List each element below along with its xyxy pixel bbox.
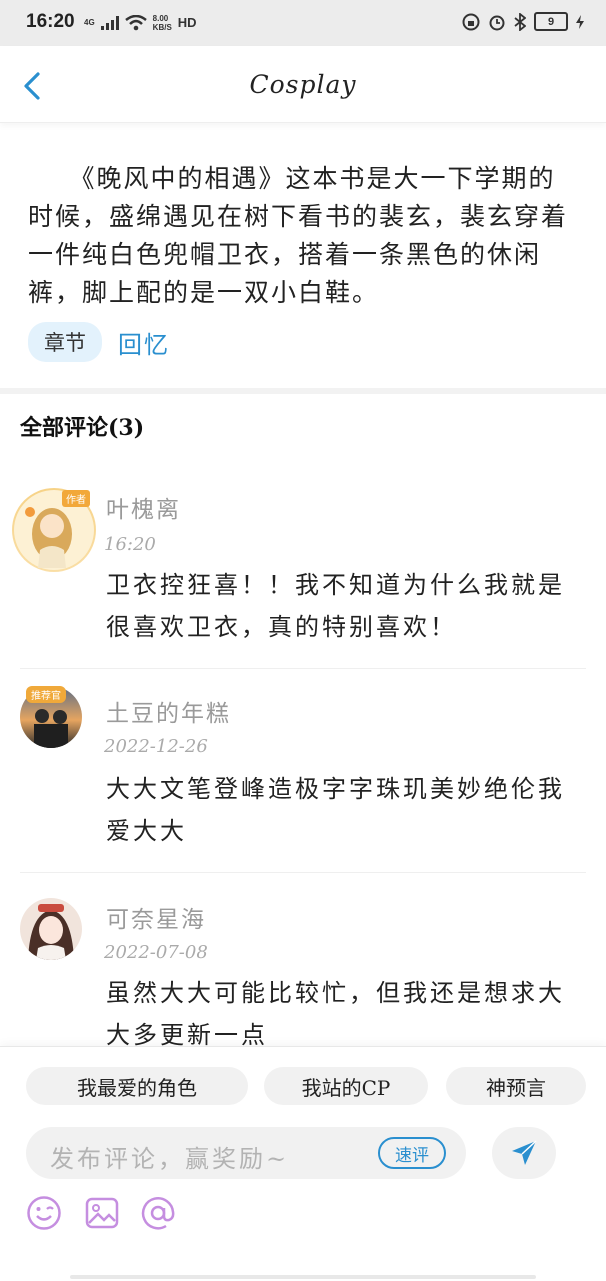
comment-input-placeholder: 发布评论，赢奖励~ [50, 1145, 290, 1173]
mention-button[interactable] [140, 1195, 176, 1231]
alarm-icon [489, 15, 505, 30]
hd-label: HD [177, 15, 197, 30]
comment-author[interactable]: 可奈星海 [106, 900, 206, 934]
comment-date: 2022-07-08 [104, 942, 208, 963]
story-intro: 《晚风中的相遇》这本书是大一下学期的时候，盛绵遇见在树下看书的裴玄，裴玄穿着一件… [28, 164, 569, 307]
comments-title: 全部评论(3) [20, 415, 145, 441]
at-icon [141, 1197, 175, 1230]
lock-rotation-icon [462, 13, 480, 30]
quick-tag-my-cp[interactable]: 我站的CP [264, 1067, 428, 1105]
recommender-badge: 推荐官 [26, 686, 66, 703]
tag-row: 章节 回忆 [28, 322, 170, 362]
comment-author[interactable]: 土豆的年糕 [106, 694, 231, 728]
comment-text: 大大文笔登峰造极字字珠玑美妙绝伦我爱大大 [106, 775, 565, 845]
image-icon [85, 1197, 119, 1229]
avatar-illustration [20, 898, 82, 960]
avatar[interactable] [20, 898, 82, 960]
app-header: Cosplay [0, 46, 606, 123]
smiley-icon [27, 1196, 61, 1230]
comment-author[interactable]: 叶槐离 [106, 490, 181, 524]
home-indicator [70, 1275, 536, 1279]
emoji-button[interactable] [26, 1195, 62, 1231]
comment-date: 16:20 [104, 534, 156, 555]
send-button[interactable] [492, 1127, 556, 1179]
status-time: 16:20 [26, 11, 75, 32]
wifi-icon [124, 15, 147, 31]
status-bar: 16:20 4G 8.00 KB/S HD 9 [0, 0, 606, 46]
network-speed: 8.00 KB/S [153, 14, 172, 32]
signal-icon [100, 16, 119, 30]
speed-value: 8.00 [152, 14, 169, 23]
comment-date: 2022-12-26 [104, 736, 208, 757]
chapter-link[interactable]: 回忆 [118, 325, 170, 360]
charging-icon [576, 14, 584, 29]
battery-indicator: 9 [534, 12, 568, 31]
quick-review-button[interactable]: 速评 [378, 1137, 446, 1169]
page-title: Cosplay [249, 70, 357, 99]
comment-divider [20, 668, 586, 669]
comment-text: 虽然大大可能比较忙，但我还是想求大大多更新一点 [106, 979, 565, 1049]
image-button[interactable] [84, 1195, 120, 1231]
comment-text: 卫衣控狂喜！！我不知道为什么我就是很喜欢卫衣，真的特别喜欢！ [106, 571, 565, 641]
quick-tag-favorite-character[interactable]: 我最爱的角色 [26, 1067, 248, 1105]
quick-tag-prophecy[interactable]: 神预言 [446, 1067, 586, 1105]
chapter-chip[interactable]: 章节 [28, 322, 102, 362]
paper-plane-icon [512, 1140, 537, 1165]
author-badge: 作者 [62, 490, 90, 507]
section-divider [0, 388, 606, 394]
comment-divider [20, 872, 586, 873]
network-label: 4G [84, 18, 95, 27]
status-right-icons: 9 [462, 12, 584, 31]
speed-unit: KB/S [152, 23, 172, 32]
comment-composer: 我最爱的角色 我站的CP 神预言 发布评论，赢奖励~ 速评 [0, 1046, 606, 1281]
bluetooth-icon [514, 12, 526, 31]
status-left-icons: 4G 8.00 KB/S HD [84, 14, 197, 32]
comment-input[interactable]: 发布评论，赢奖励~ 速评 [26, 1127, 466, 1179]
